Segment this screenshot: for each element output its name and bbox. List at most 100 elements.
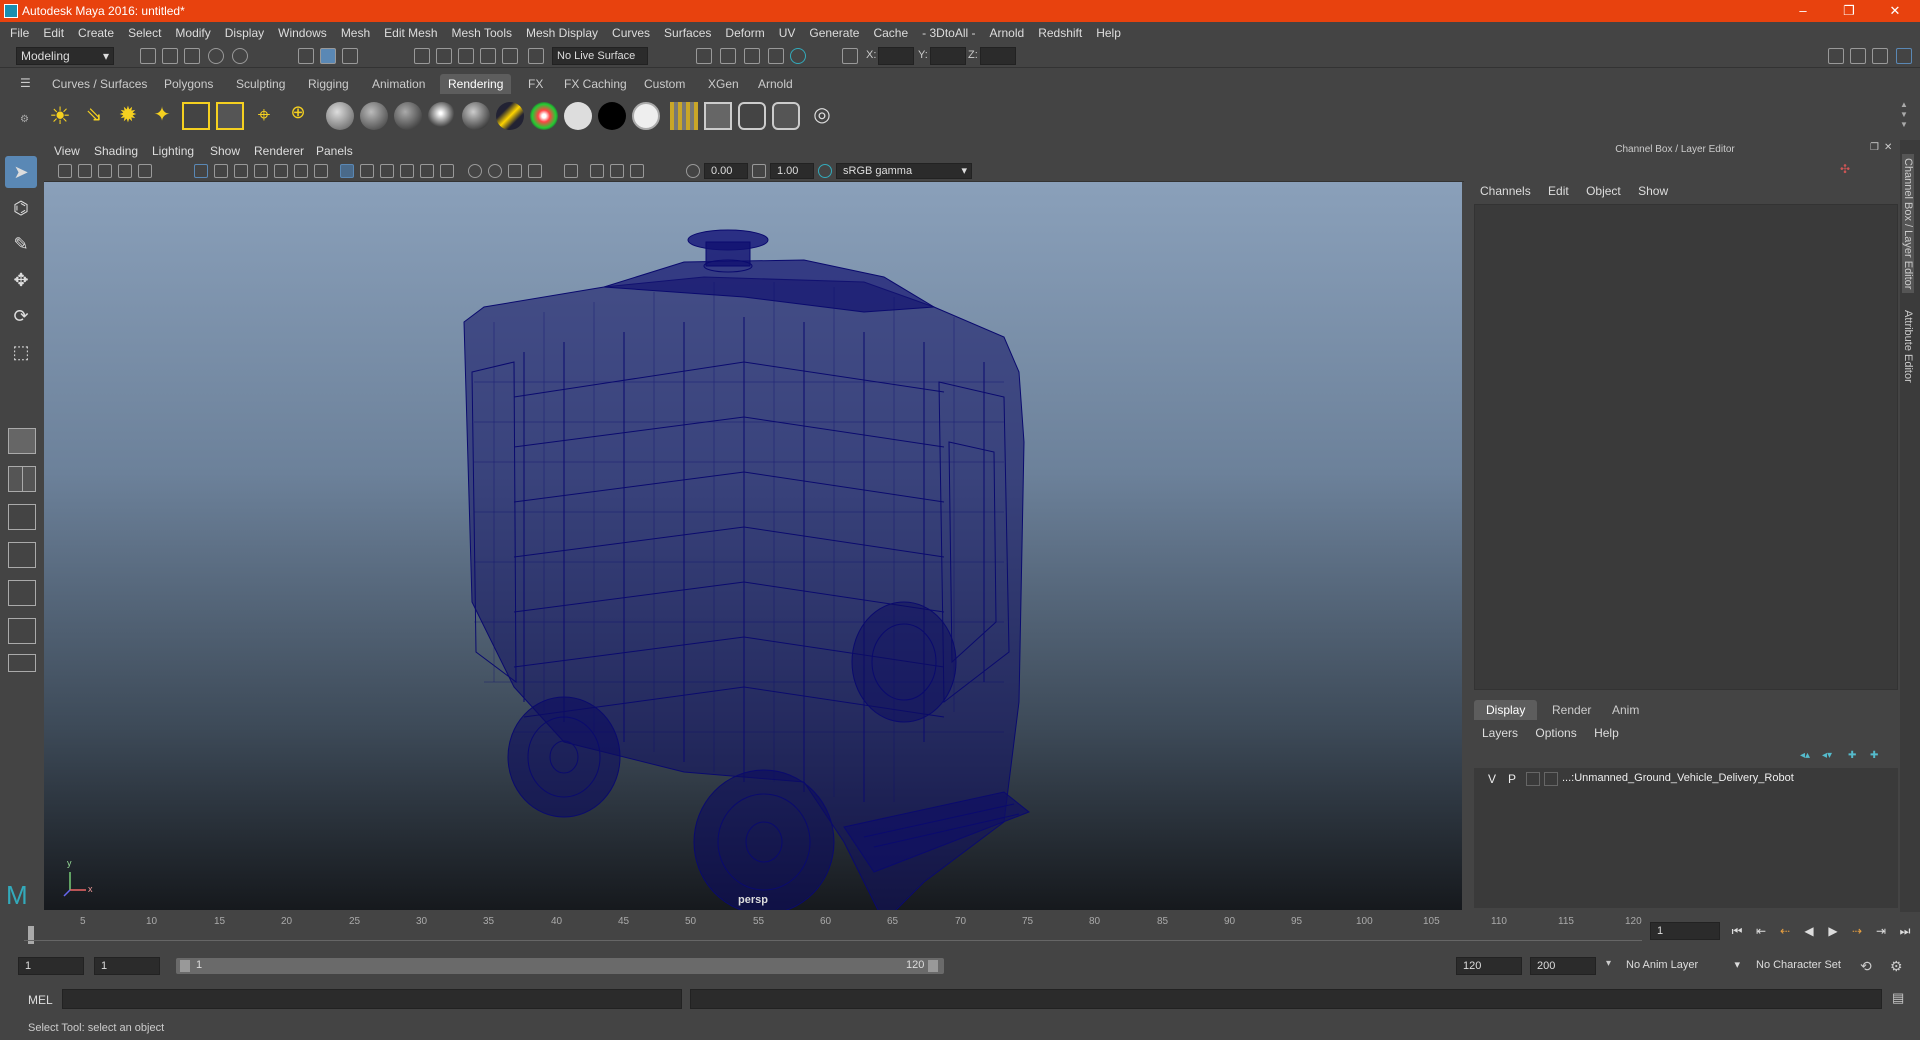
safe-title-icon[interactable]	[314, 164, 328, 178]
custom-layout-icon[interactable]	[8, 654, 36, 672]
redo-icon[interactable]	[232, 48, 248, 64]
select-component-icon[interactable]	[342, 48, 358, 64]
viewport-menu-show[interactable]: Show	[210, 144, 240, 158]
outliner-persp-layout-icon[interactable]	[8, 618, 36, 644]
bookmark-icon[interactable]	[98, 164, 112, 178]
range-end-handle[interactable]	[928, 960, 938, 972]
select-object-icon[interactable]	[320, 48, 336, 64]
menu-help[interactable]: Help	[1089, 26, 1128, 40]
xray-joints-icon[interactable]	[610, 164, 624, 178]
shelf-tab-sculpting[interactable]: Sculpting	[228, 74, 293, 94]
snap-view-icon[interactable]	[480, 48, 496, 64]
grid-toggle-icon[interactable]	[194, 164, 208, 178]
live-surface-field[interactable]: No Live Surface	[552, 47, 648, 65]
go-to-start-icon[interactable]: ⏮	[1728, 922, 1746, 940]
menu-3dtoall[interactable]: - 3DtoAll -	[915, 26, 982, 40]
viewport-menu-view[interactable]: View	[54, 144, 80, 158]
script-editor-icon[interactable]: ▤	[1892, 990, 1904, 1006]
color-space-dropdown[interactable]: sRGB gamma ▾	[836, 163, 972, 179]
preferences-icon[interactable]: ⚙	[1890, 958, 1903, 975]
modeling-toolkit-icon[interactable]	[1828, 48, 1844, 64]
channel-box-menu-edit[interactable]: Edit	[1548, 184, 1569, 198]
shelf-scroll-icon[interactable]: ▲ ▼ ▼	[1900, 100, 1908, 130]
exposure-field[interactable]: 0.00	[704, 163, 748, 179]
layer-tab-render[interactable]: Render	[1540, 700, 1603, 720]
paint-select-icon[interactable]: ✎	[5, 228, 37, 260]
image-plane-icon[interactable]	[118, 164, 132, 178]
shelf-tab-arnold[interactable]: Arnold	[750, 74, 801, 94]
float-panel-icon[interactable]: ❐	[1870, 142, 1879, 153]
channel-box-menu-object[interactable]: Object	[1586, 184, 1621, 198]
camera-aim-icon[interactable]: ⊕	[284, 102, 312, 130]
spot-light-icon[interactable]: ✦	[148, 102, 176, 130]
layer-menu-options[interactable]: Options	[1535, 726, 1576, 740]
close-button[interactable]: ✕	[1872, 0, 1918, 22]
shelf-tab-fx-caching[interactable]: FX Caching	[556, 74, 635, 94]
persp-outliner-layout-icon[interactable]	[8, 504, 36, 530]
smooth-shade-icon[interactable]	[360, 164, 374, 178]
blinn-sphere-icon[interactable]	[326, 102, 354, 130]
phong-e-sphere-icon[interactable]	[428, 102, 456, 130]
resolution-gate-icon[interactable]	[234, 164, 248, 178]
undo-icon[interactable]	[208, 48, 224, 64]
channel-box-area[interactable]	[1474, 204, 1898, 690]
scale-tool-icon[interactable]: ⬚	[5, 336, 37, 368]
open-scene-icon[interactable]	[162, 48, 178, 64]
save-scene-icon[interactable]	[184, 48, 200, 64]
side-tab-channel-box[interactable]: Channel Box / Layer Editor	[1902, 154, 1914, 294]
shelf-tab-rendering[interactable]: Rendering	[440, 74, 512, 94]
viewport-menu-renderer[interactable]: Renderer	[254, 144, 304, 158]
shelf-options-icon[interactable]: ⚙	[20, 114, 29, 125]
anisotropic-sphere-icon[interactable]	[462, 102, 490, 130]
shelf-tab-animation[interactable]: Animation	[364, 74, 433, 94]
channel-box-toggle-icon[interactable]	[1896, 48, 1912, 64]
transform-constraints-icon[interactable]	[842, 48, 858, 64]
menu-select[interactable]: Select	[121, 26, 168, 40]
menu-cache[interactable]: Cache	[866, 26, 915, 40]
render-diagnostics-icon[interactable]: ◎	[808, 102, 836, 130]
shelf-menu-icon[interactable]: ☰	[20, 76, 31, 90]
shelf-tab-rigging[interactable]: Rigging	[300, 74, 357, 94]
new-scene-icon[interactable]	[140, 48, 156, 64]
minimize-button[interactable]: –	[1780, 0, 1826, 22]
attribute-editor-toggle-icon[interactable]	[1850, 48, 1866, 64]
hypershade-icon[interactable]	[790, 48, 806, 64]
shelf-tab-xgen[interactable]: XGen	[700, 74, 747, 94]
menu-edit-mesh[interactable]: Edit Mesh	[377, 26, 444, 40]
directional-light-icon[interactable]: ⇘	[80, 102, 108, 130]
area-light-icon[interactable]	[182, 102, 210, 130]
viewport-menu-panels[interactable]: Panels	[316, 144, 353, 158]
select-camera-icon[interactable]	[58, 164, 72, 178]
shelf-tab-custom[interactable]: Custom	[636, 74, 693, 94]
anti-aliasing-icon[interactable]	[508, 164, 522, 178]
snap-grid-icon[interactable]	[414, 48, 430, 64]
four-view-layout-icon[interactable]	[8, 466, 36, 492]
use-background-icon[interactable]	[598, 102, 626, 130]
maximize-button[interactable]: ❐	[1826, 0, 1872, 22]
menu-modify[interactable]: Modify	[168, 26, 217, 40]
shelf-tab-fx[interactable]: FX	[520, 74, 551, 94]
perspective-viewport[interactable]: y x persp	[44, 182, 1462, 910]
snap-point-icon[interactable]	[458, 48, 474, 64]
menu-file[interactable]: File	[0, 26, 36, 40]
menu-deform[interactable]: Deform	[718, 26, 771, 40]
command-language-label[interactable]: MEL	[28, 993, 53, 1007]
motion-blur-icon[interactable]	[488, 164, 502, 178]
gamma-icon[interactable]	[752, 164, 766, 178]
render-view-icon[interactable]	[696, 48, 712, 64]
lasso-tool-icon[interactable]: ⌬	[5, 192, 37, 224]
step-forward-key-icon[interactable]: ⇢	[1848, 922, 1866, 940]
film-gate-icon[interactable]	[214, 164, 228, 178]
menu-arnold[interactable]: Arnold	[983, 26, 1032, 40]
channel-box-menu-channels[interactable]: Channels	[1480, 184, 1531, 198]
surface-shader-icon[interactable]	[564, 102, 592, 130]
menu-generate[interactable]: Generate	[802, 26, 866, 40]
new-layer-icon[interactable]: ✚	[1848, 750, 1856, 761]
snap-curve-icon[interactable]	[436, 48, 452, 64]
menu-windows[interactable]: Windows	[271, 26, 334, 40]
side-tab-attribute-editor[interactable]: Attribute Editor	[1902, 310, 1914, 383]
viewport-menu-lighting[interactable]: Lighting	[152, 144, 194, 158]
exposure-icon[interactable]	[686, 164, 700, 178]
y-input[interactable]	[930, 47, 966, 65]
rotate-tool-icon[interactable]: ⟳	[5, 300, 37, 332]
